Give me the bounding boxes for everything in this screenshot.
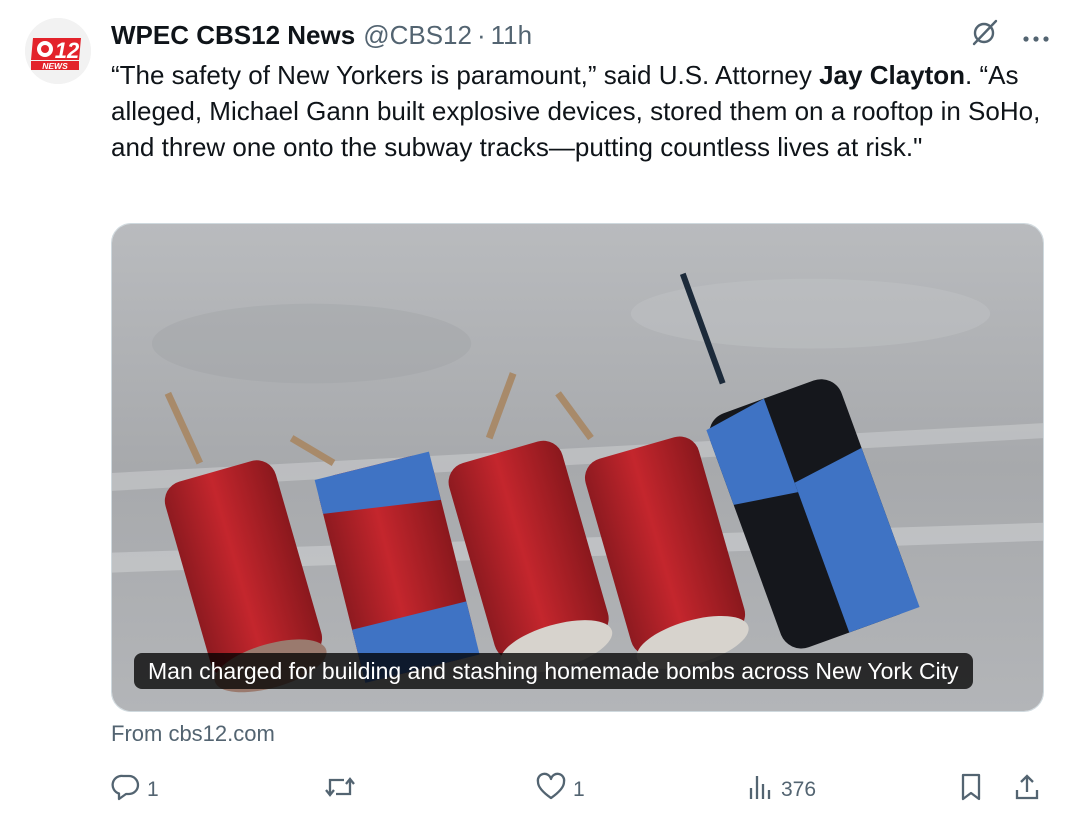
header-actions <box>970 18 1050 52</box>
post-time[interactable]: 11h <box>491 20 532 51</box>
logo-news: NEWS <box>42 61 68 71</box>
tweet-text: “The safety of New Yorkers is paramount,… <box>111 57 1051 165</box>
card-caption: Man charged for building and stashing ho… <box>134 653 973 689</box>
heart-icon <box>535 772 567 808</box>
repost-button[interactable] <box>324 770 356 810</box>
action-bar: 1 1 376 <box>111 770 1046 810</box>
bookmark-icon <box>957 772 985 808</box>
author-display-name[interactable]: WPEC CBS12 News <box>111 20 355 51</box>
tweet-text-bold-name[interactable]: Jay Clayton <box>819 60 965 90</box>
reply-icon <box>111 772 141 808</box>
share-icon <box>1013 772 1041 808</box>
like-button[interactable]: 1 <box>535 770 585 810</box>
separator-dot: · <box>476 19 486 50</box>
cbs12-logo: 12 NEWS <box>25 18 91 84</box>
views-icon <box>747 772 775 808</box>
more-options-icon[interactable] <box>1022 20 1050 51</box>
repost-icon <box>324 772 356 808</box>
views-button[interactable]: 376 <box>747 770 816 810</box>
tweet-text-part1: “The safety of New Yorkers is paramount,… <box>111 60 820 90</box>
tweet-header: WPEC CBS12 News @CBS12 · 11h <box>111 18 1050 52</box>
reply-count: 1 <box>147 778 159 801</box>
bookmark-button[interactable] <box>957 770 985 810</box>
link-card-image[interactable]: Man charged for building and stashing ho… <box>111 223 1044 712</box>
like-count: 1 <box>573 778 585 801</box>
logo-number: 12 <box>55 38 80 63</box>
pipe-bombs-photo <box>112 224 1043 711</box>
share-button[interactable] <box>1013 770 1041 810</box>
grok-icon[interactable] <box>970 17 1000 54</box>
avatar[interactable]: 12 NEWS <box>25 18 91 84</box>
card-source[interactable]: From cbs12.com <box>111 719 275 749</box>
reply-button[interactable]: 1 <box>111 770 159 810</box>
author-handle[interactable]: @CBS12 <box>363 20 472 51</box>
views-count: 376 <box>781 778 817 801</box>
